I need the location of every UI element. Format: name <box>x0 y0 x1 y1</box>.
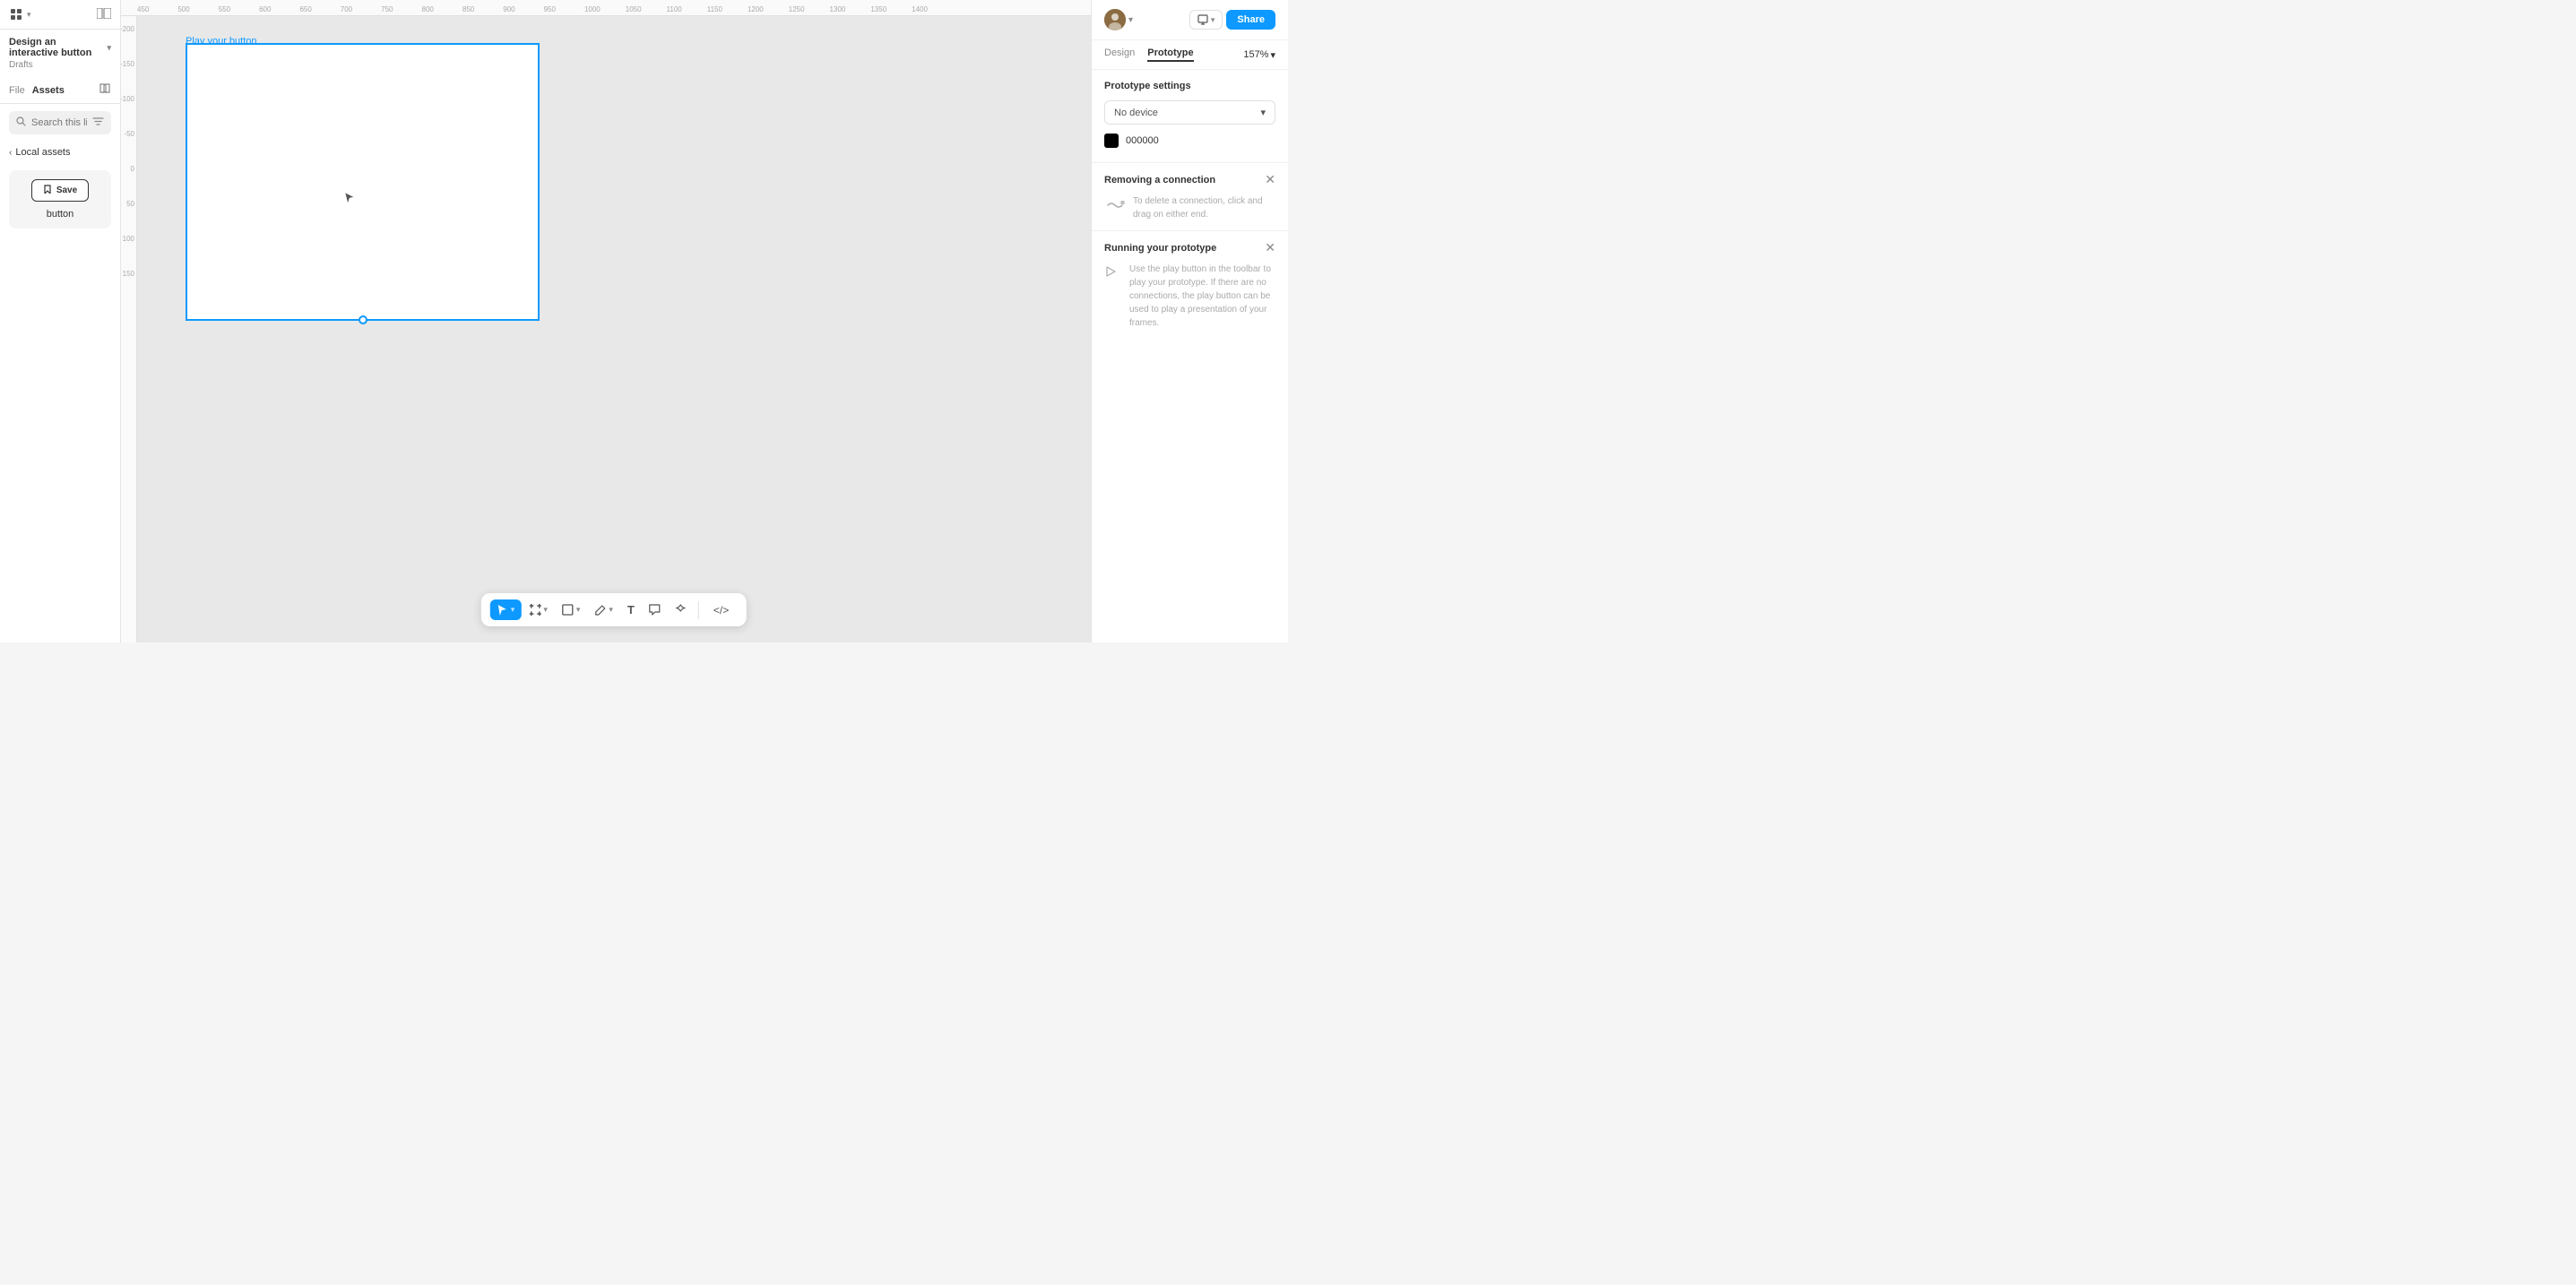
present-btn-area: ▾ Share <box>1189 10 1275 30</box>
text-tool-icon: T <box>627 603 635 617</box>
prototype-connection-dot[interactable] <box>359 315 367 324</box>
play-icon <box>1104 263 1122 280</box>
device-select[interactable]: No device ▾ <box>1104 100 1275 125</box>
frame-tool-btn[interactable]: ▾ <box>523 599 554 620</box>
cursor-indicator <box>343 191 358 210</box>
running-prototype-section: Running your prototype ✕ Use the play bu… <box>1092 230 1288 339</box>
toolbar-divider <box>698 601 699 619</box>
frame-tool-dropdown[interactable]: ▾ <box>543 605 548 615</box>
component-icon-btn[interactable]: ▾ <box>9 7 31 22</box>
component-tool-btn[interactable] <box>669 599 693 620</box>
select-tool-btn[interactable]: ▾ <box>490 599 522 620</box>
removing-connection-text: To delete a connection, click and drag o… <box>1133 194 1275 221</box>
select-tool-dropdown[interactable]: ▾ <box>511 605 515 615</box>
design-frame[interactable] <box>186 43 540 321</box>
project-title[interactable]: Design an interactive button ▾ <box>9 37 111 58</box>
remove-connection-icon <box>1104 194 1126 216</box>
share-btn[interactable]: Share <box>1226 10 1275 30</box>
prototype-settings-title: Prototype settings <box>1104 81 1275 91</box>
bg-color-row[interactable]: 000000 <box>1104 134 1275 148</box>
ruler-top: 450 500 550 600 650 700 750 800 850 900 … <box>121 0 1091 16</box>
present-btn[interactable]: ▾ <box>1189 10 1223 30</box>
project-subtitle: Drafts <box>9 60 111 70</box>
project-info: Design an interactive button ▾ Drafts <box>0 30 120 77</box>
layout-toggle-btn[interactable] <box>97 7 111 22</box>
bg-color-swatch[interactable] <box>1104 134 1119 148</box>
shape-tool-btn[interactable]: ▾ <box>556 599 587 620</box>
running-prototype-content: Use the play button in the toolbar to pl… <box>1104 263 1275 330</box>
running-prototype-close-btn[interactable]: ✕ <box>1265 240 1275 255</box>
right-panel: ▾ ▾ Share Design Prototype <box>1091 0 1288 642</box>
removing-connection-section: Removing a connection ✕ To delete a conn… <box>1092 162 1288 230</box>
tab-prototype[interactable]: Prototype <box>1147 47 1193 62</box>
user-avatar[interactable] <box>1104 9 1126 30</box>
tab-design[interactable]: Design <box>1104 47 1135 62</box>
pen-tool-dropdown[interactable]: ▾ <box>609 605 613 615</box>
comment-tool-btn[interactable] <box>643 599 667 620</box>
chevron-left-icon: ‹ <box>9 148 12 158</box>
pen-tool-btn[interactable]: ▾ <box>588 599 619 620</box>
running-prototype-header: Running your prototype ✕ <box>1104 240 1275 255</box>
design-proto-tabs: Design Prototype <box>1104 40 1194 69</box>
code-icon: </> <box>713 604 729 617</box>
text-tool-btn[interactable]: T <box>621 599 641 621</box>
asset-label: button <box>47 209 74 220</box>
canvas-workspace[interactable]: Play your button ▾ <box>137 16 1091 642</box>
bg-color-hex: 000000 <box>1126 135 1159 146</box>
local-assets-header[interactable]: ‹ Local assets <box>0 142 120 163</box>
removing-connection-header: Removing a connection ✕ <box>1104 172 1275 187</box>
running-prototype-title: Running your prototype <box>1104 243 1216 254</box>
component-dropdown[interactable]: ▾ <box>27 10 31 20</box>
avatar-chevron-icon[interactable]: ▾ <box>1128 15 1133 25</box>
removing-connection-title: Removing a connection <box>1104 175 1215 185</box>
bottom-toolbar: ▾ ▾ <box>481 593 747 626</box>
shape-tool-dropdown[interactable]: ▾ <box>576 605 581 615</box>
left-panel-header: ▾ <box>0 0 120 30</box>
removing-connection-close-btn[interactable]: ✕ <box>1265 172 1275 187</box>
left-panel: ▾ Design an interactive button ▾ Drafts … <box>0 0 121 642</box>
search-bar[interactable] <box>9 111 111 134</box>
removing-connection-content: To delete a connection, click and drag o… <box>1104 194 1275 221</box>
code-tool-btn[interactable]: </> <box>705 599 738 621</box>
user-avatar-area[interactable]: ▾ <box>1104 9 1133 30</box>
file-assets-tabs: File Assets <box>0 77 120 104</box>
ruler-left: -200 -150 -100 -50 0 50 100 150 <box>121 16 137 642</box>
search-input[interactable] <box>31 117 87 128</box>
running-prototype-text: Use the play button in the toolbar to pl… <box>1129 263 1275 330</box>
tab-file[interactable]: File <box>9 85 25 96</box>
filter-icon[interactable] <box>92 116 104 130</box>
tab-assets[interactable]: Assets <box>32 85 65 96</box>
asset-button-preview: Save <box>31 179 89 202</box>
right-panel-header: ▾ ▾ Share <box>1092 0 1288 40</box>
asset-preview-container: Save button <box>9 170 111 229</box>
book-icon[interactable] <box>99 82 111 98</box>
zoom-value[interactable]: 157% ▾ <box>1243 49 1275 61</box>
bookmark-icon <box>43 185 52 196</box>
local-assets-label: Local assets <box>15 147 70 158</box>
prototype-settings-section: Prototype settings No device ▾ 000000 <box>1092 70 1288 162</box>
search-icon <box>16 116 26 129</box>
canvas-area: 450 500 550 600 650 700 750 800 850 900 … <box>121 0 1091 642</box>
canvas-container: -200 -150 -100 -50 0 50 100 150 Play you… <box>121 16 1091 642</box>
